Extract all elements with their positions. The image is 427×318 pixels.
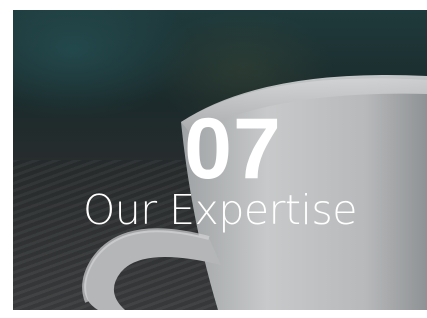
cup-handle: [84, 230, 221, 310]
card-title: Our Expertise: [83, 186, 357, 234]
card-number: 07: [184, 101, 282, 197]
expertise-card[interactable]: 07 Our Expertise: [13, 10, 427, 310]
card-heading: 07 Our Expertise: [13, 106, 427, 232]
